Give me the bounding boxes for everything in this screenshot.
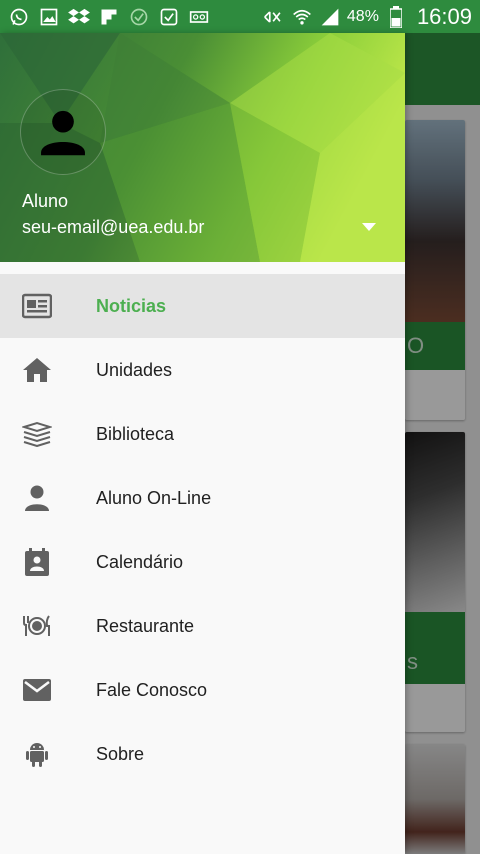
user-name: Aluno (22, 191, 69, 211)
voicemail-icon (188, 6, 210, 28)
battery-percent: 48% (346, 7, 379, 25)
menu-item-sobre[interactable]: Sobre (0, 722, 405, 786)
menu-item-biblioteca[interactable]: Biblioteca (0, 402, 405, 466)
wifi-icon (291, 6, 313, 28)
user-email: seu-email@uea.edu.br (22, 217, 205, 237)
menu-item-calendario[interactable]: Calendário (0, 530, 405, 594)
menu-item-unidades[interactable]: Unidades (0, 338, 405, 402)
clock: 16:09 (416, 3, 472, 29)
menu-item-label: Restaurante (96, 615, 195, 636)
android-icon (0, 739, 96, 769)
drawer-menu: Noticias Unidades Biblioteca Aluno On-Li… (0, 262, 405, 786)
check-circle-icon (128, 6, 150, 28)
person-icon (0, 483, 96, 513)
gallery-icon (38, 6, 60, 28)
contact-calendar-icon (0, 547, 96, 577)
home-icon (0, 357, 96, 383)
menu-item-fale-conosco[interactable]: Fale Conosco (0, 658, 405, 722)
mail-icon (0, 678, 96, 702)
dropbox-icon (68, 6, 90, 28)
menu-item-label: Unidades (96, 359, 173, 380)
mute-icon (263, 6, 285, 28)
menu-item-aluno-online[interactable]: Aluno On-Line (0, 466, 405, 530)
navigation-drawer: Aluno seu-email@uea.edu.br Noticias Unid… (0, 33, 405, 854)
menu-item-label: Calendário (96, 551, 184, 572)
whatsapp-icon (8, 6, 30, 28)
person-icon (41, 110, 85, 156)
avatar[interactable] (20, 89, 106, 175)
status-bar: 48% 16:09 (0, 0, 480, 33)
restaurant-icon (0, 614, 96, 638)
signal-icon (319, 6, 341, 28)
flipboard-icon (98, 6, 120, 28)
menu-item-restaurante[interactable]: Restaurante (0, 594, 405, 658)
newspaper-icon (0, 293, 96, 319)
menu-item-noticias[interactable]: Noticias (0, 274, 405, 338)
menu-item-label: Aluno On-Line (96, 487, 212, 508)
menu-item-label: Noticias (96, 295, 167, 316)
account-dropdown-icon[interactable] (360, 221, 378, 233)
books-icon (0, 421, 96, 447)
drawer-scrim[interactable] (405, 33, 480, 854)
menu-item-label: Sobre (96, 743, 145, 764)
menu-item-label: Fale Conosco (96, 679, 208, 700)
checkbox-icon (158, 6, 180, 28)
battery-icon (385, 5, 407, 28)
drawer-header: Aluno seu-email@uea.edu.br (0, 33, 405, 262)
menu-item-label: Biblioteca (96, 423, 175, 444)
